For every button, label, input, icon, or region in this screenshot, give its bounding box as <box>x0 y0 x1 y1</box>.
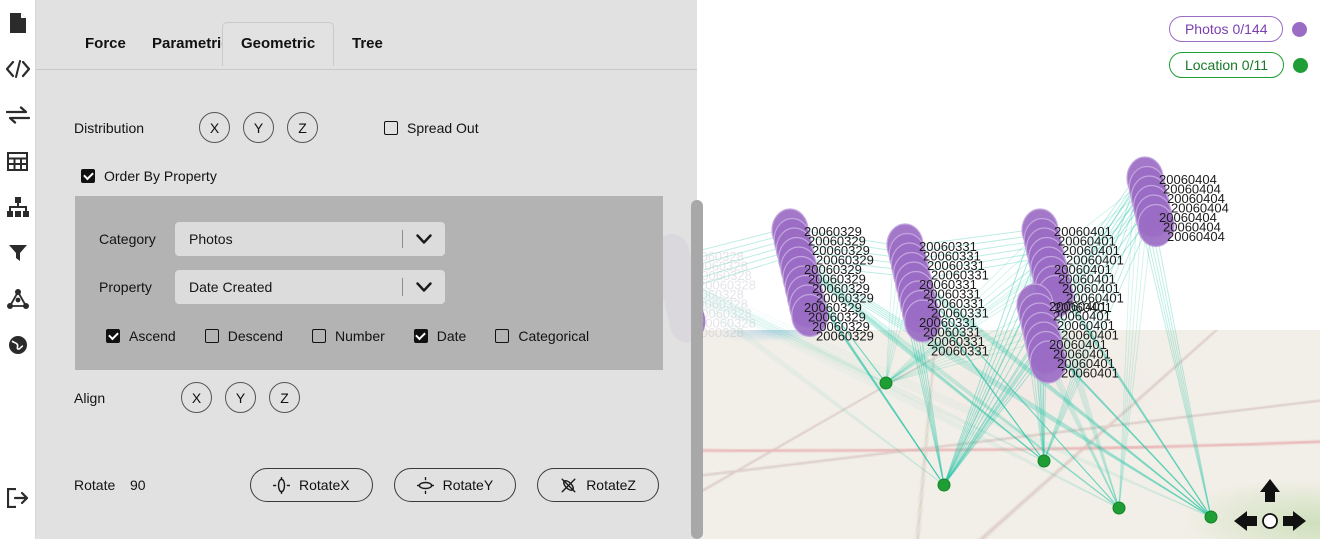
align-axis-z[interactable]: Z <box>269 382 300 413</box>
order-by-property-checkbox[interactable]: Order By Property <box>81 168 217 184</box>
tab-bar: Force Parametric Geometric Tree <box>36 0 697 70</box>
location-color-dot <box>1293 58 1308 73</box>
category-label: Category <box>99 231 175 247</box>
rotate-label: Rotate <box>74 477 112 493</box>
nav-up-arrow <box>1260 479 1280 502</box>
rotate-z-icon <box>560 477 577 494</box>
sort-flag-categorical-box[interactable] <box>495 329 509 343</box>
tab-tree[interactable]: Tree <box>333 22 402 66</box>
photos-filter-pill[interactable]: Photos 0/144 <box>1169 16 1284 42</box>
sort-flag-ascend-box[interactable] <box>106 329 120 343</box>
spread-out-box[interactable] <box>384 121 398 135</box>
svg-text:20060331: 20060331 <box>931 344 989 359</box>
legend: Photos 0/144 Location 0/11 <box>1169 16 1308 88</box>
sort-flag-ascend[interactable]: Ascend <box>106 328 176 344</box>
distribution-label: Distribution <box>74 120 199 136</box>
sort-flag-categorical-label: Categorical <box>518 328 589 344</box>
sort-flag-ascend-label: Ascend <box>129 328 176 344</box>
legend-row-photos: Photos 0/144 <box>1169 16 1308 42</box>
property-row: Property Date Created <box>99 270 445 304</box>
chevron-down-icon[interactable] <box>403 234 445 245</box>
property-select[interactable]: Date Created <box>175 270 445 304</box>
svg-text:20060404: 20060404 <box>1167 229 1225 244</box>
panel-scrollbar[interactable] <box>691 200 703 539</box>
globe-icon[interactable] <box>0 322 36 368</box>
align-axis-y[interactable]: Y <box>225 382 256 413</box>
navigation-pad[interactable] <box>1232 477 1308 531</box>
icon-rail <box>0 0 36 539</box>
align-label: Align <box>74 390 181 406</box>
order-by-property-box[interactable] <box>81 169 95 183</box>
nav-left-arrow <box>1234 511 1257 531</box>
sort-flag-date-label: Date <box>437 328 467 344</box>
property-label: Property <box>99 279 175 295</box>
rotate-buttons: RotateX RotateY RotateZ <box>250 468 659 502</box>
location-filter-pill[interactable]: Location 0/11 <box>1169 52 1284 78</box>
rotate-row: Rotate 90 RotateX RotateY <box>74 468 674 502</box>
sort-flag-descend-box[interactable] <box>205 329 219 343</box>
sort-flag-date-box[interactable] <box>414 329 428 343</box>
sort-flag-descend-label: Descend <box>228 328 283 344</box>
rotate-y-icon <box>417 477 434 494</box>
sort-settings-box: Category Photos Property Date Created <box>75 196 663 370</box>
property-value: Date Created <box>175 279 402 295</box>
rotate-y-label: RotateY <box>443 477 494 493</box>
rotate-value[interactable]: 90 <box>112 477 182 493</box>
order-by-property-label: Order By Property <box>104 168 217 184</box>
sort-flag-number-label: Number <box>335 328 385 344</box>
spread-out-checkbox[interactable]: Spread Out <box>384 120 532 136</box>
align-axis-buttons: X Y Z <box>181 382 300 413</box>
rotate-y-button[interactable]: RotateY <box>394 468 517 502</box>
rotate-z-label: RotateZ <box>586 477 636 493</box>
panel-body: Distribution X Y Z Spread Out Order By P… <box>36 70 697 539</box>
rotate-z-button[interactable]: RotateZ <box>537 468 659 502</box>
chevron-down-icon[interactable] <box>403 282 445 293</box>
sort-flag-date[interactable]: Date <box>414 328 467 344</box>
filter-icon[interactable] <box>0 230 36 276</box>
distribution-axis-x[interactable]: X <box>199 112 230 143</box>
table-icon[interactable] <box>0 138 36 184</box>
legend-row-location: Location 0/11 <box>1169 52 1308 78</box>
svg-text:20060401: 20060401 <box>1061 366 1119 381</box>
nav-center-circle <box>1263 514 1277 528</box>
sort-flag-categorical[interactable]: Categorical <box>495 328 589 344</box>
code-icon[interactable] <box>0 46 36 92</box>
distribution-axis-buttons: X Y Z <box>199 112 318 143</box>
geometric-settings-panel: Force Parametric Geometric Tree Distribu… <box>36 0 697 539</box>
category-value: Photos <box>175 231 402 247</box>
spread-out-label: Spread Out <box>407 120 532 136</box>
category-row: Category Photos <box>99 222 445 256</box>
align-axis-x[interactable]: X <box>181 382 212 413</box>
photos-color-dot <box>1292 22 1307 37</box>
sort-flag-number[interactable]: Number <box>312 328 385 344</box>
nav-right-arrow <box>1283 511 1306 531</box>
rotate-x-label: RotateX <box>299 477 350 493</box>
align-row: Align X Y Z <box>74 382 300 413</box>
hierarchy-icon[interactable] <box>0 184 36 230</box>
distribution-row: Distribution X Y Z Spread Out <box>74 112 674 143</box>
logout-icon[interactable] <box>0 475 36 521</box>
rotate-x-icon <box>273 477 290 494</box>
distribution-axis-y[interactable]: Y <box>243 112 274 143</box>
tab-geometric[interactable]: Geometric <box>222 22 334 66</box>
graph-nodes: 2006032820060328200603282006032820060328… <box>654 157 1229 383</box>
sort-flag-number-box[interactable] <box>312 329 326 343</box>
document-icon[interactable] <box>0 0 36 46</box>
sort-flag-descend[interactable]: Descend <box>205 328 283 344</box>
network-icon[interactable] <box>0 276 36 322</box>
svg-text:20060329: 20060329 <box>816 329 874 344</box>
rotate-x-button[interactable]: RotateX <box>250 468 373 502</box>
distribution-axis-z[interactable]: Z <box>287 112 318 143</box>
transfer-icon[interactable] <box>0 92 36 138</box>
sort-flag-checkboxes: Ascend Descend Number Date Categorical <box>106 328 618 344</box>
category-select[interactable]: Photos <box>175 222 445 256</box>
